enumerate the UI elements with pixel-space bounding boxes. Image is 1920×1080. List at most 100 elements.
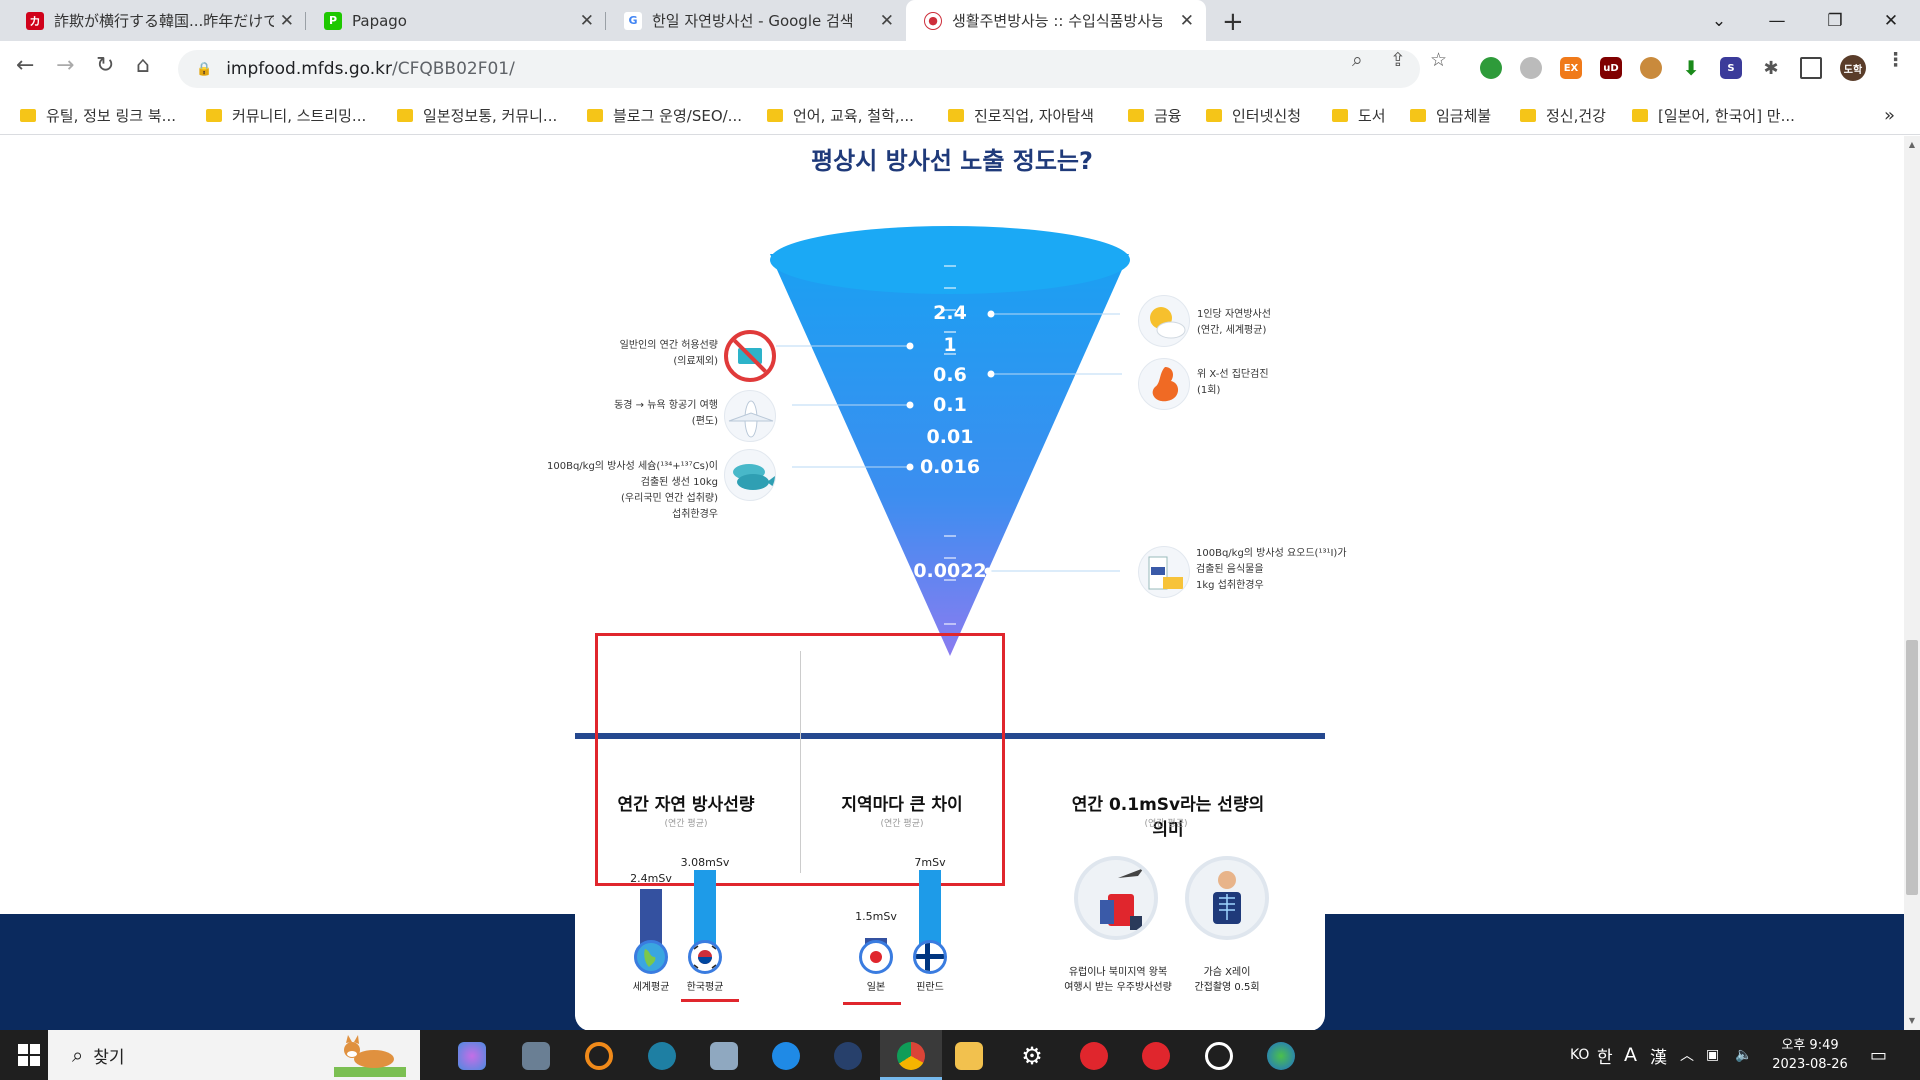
ime-hangul[interactable]: 한 — [1597, 1030, 1613, 1080]
folder-icon — [1410, 108, 1426, 122]
file-explorer-icon[interactable] — [955, 1042, 983, 1070]
funnel-value: 0.01 — [926, 426, 974, 448]
address-bar[interactable]: 🔒 impfood.mfds.go.kr/CFQBB02F01/ — [178, 50, 1420, 88]
bookmark-folder[interactable]: 정신,건강 — [1520, 97, 1606, 133]
bookmark-folder[interactable]: 인터넷신청 — [1206, 97, 1301, 133]
system-clock[interactable]: 오후 9:49 2023-08-26 — [1760, 1036, 1860, 1074]
bookmarks-overflow-icon[interactable]: » — [1884, 97, 1895, 133]
bookmark-folder[interactable]: 진로직업, 자아탐색 — [948, 97, 1094, 133]
side-panel-icon[interactable] — [1800, 57, 1822, 79]
tab-google-search[interactable]: G 한일 자연방사선 - Google 검색 ✕ — [606, 0, 906, 41]
close-window-button[interactable]: ✕ — [1862, 0, 1920, 41]
ublock-icon[interactable]: uD — [1600, 57, 1622, 79]
bookmark-folder[interactable]: 유틸, 정보 링크 북... — [20, 97, 176, 133]
bookmark-folder[interactable]: 일본정보통, 커뮤니... — [397, 97, 557, 133]
search-placeholder: 찾기 — [93, 1047, 125, 1068]
new-tab-button[interactable]: + — [1222, 7, 1244, 37]
bar-value-label: 2.4mSv — [630, 872, 672, 885]
bookmark-folder[interactable]: 블로그 운영/SEO/... — [587, 97, 742, 133]
minimize-button[interactable]: — — [1748, 0, 1806, 41]
label-iodine-food: 100Bq/kg의 방사성 요오드(¹³¹I)가 검출된 음식물을 1kg 섭취한경… — [1196, 548, 1347, 591]
page-scrollbar[interactable] — [1904, 136, 1920, 1030]
no-medical-icon — [724, 330, 776, 382]
ime-alpha[interactable]: A — [1624, 1030, 1637, 1080]
close-icon[interactable]: ✕ — [880, 11, 894, 31]
notification-icon[interactable]: ▭ — [1870, 1030, 1887, 1080]
globe-app-icon[interactable] — [648, 1042, 676, 1070]
scroll-down-arrow[interactable]: ▼ — [1904, 1016, 1920, 1025]
device-icon[interactable]: ▣ — [1706, 1030, 1719, 1080]
notes-app-icon[interactable] — [710, 1042, 738, 1070]
tab-papago[interactable]: P Papago ✕ — [306, 0, 606, 41]
snowflake-app-icon[interactable] — [1142, 1042, 1170, 1070]
highlight-underline — [843, 1002, 901, 1005]
ex-extension-icon[interactable]: EX — [1560, 57, 1582, 79]
profile-avatar[interactable]: 도학 — [1840, 55, 1866, 81]
vertical-divider — [800, 651, 801, 873]
bookmark-star-icon[interactable]: ☆ — [1430, 49, 1447, 71]
folder-icon — [1128, 108, 1144, 122]
bookmark-folder[interactable]: 커뮤니티, 스트리밍... — [206, 97, 366, 133]
bookmark-folder[interactable]: 언어, 교육, 철학,... — [767, 97, 914, 133]
close-icon[interactable]: ✕ — [580, 11, 594, 31]
cookie-icon[interactable] — [1640, 57, 1662, 79]
calculator-icon[interactable] — [522, 1042, 550, 1070]
taskbar-app-icon[interactable] — [458, 1042, 486, 1070]
chevron-down-icon[interactable]: ⌄ — [1690, 0, 1748, 41]
browser-app-icon[interactable] — [772, 1042, 800, 1070]
home-button[interactable]: ⌂ — [136, 53, 150, 78]
browser-toolbar: ← → ↻ ⌂ 🔒 impfood.mfds.go.kr/CFQBB02F01/… — [0, 41, 1920, 97]
label-public-limit: 일반인의 연간 허용선량 (의료제외) — [619, 340, 718, 367]
corgi-icon — [334, 1035, 406, 1077]
bookmarks-bar: 유틸, 정보 링크 북... 커뮤니티, 스트리밍... 일본정보통, 커뮤니.… — [0, 97, 1920, 135]
puzzle-icon[interactable]: ✱ — [1760, 57, 1782, 79]
edge-icon[interactable] — [834, 1042, 862, 1070]
section3-subtitle: (연간 평균) — [1144, 819, 1188, 829]
windows-taskbar: ⌕ 찾기 ⚙ KO 한 A 漢 ︿ ▣ 🔈 오후 9:49 2023-08-26 … — [0, 1030, 1920, 1080]
bookmark-folder[interactable]: [일본어, 한국어] 만... — [1632, 97, 1795, 133]
network-app-icon[interactable] — [1267, 1042, 1295, 1070]
bookmark-folder[interactable]: 금융 — [1128, 97, 1182, 133]
chevron-up-icon[interactable]: ︿ — [1680, 1030, 1694, 1080]
milk-cheese-icon — [1138, 546, 1190, 598]
forward-button[interactable]: → — [56, 53, 74, 78]
extension-icon[interactable] — [1520, 57, 1542, 79]
folder-icon — [1520, 108, 1536, 122]
bookmark-folder[interactable]: 도서 — [1332, 97, 1386, 133]
target-app-icon[interactable] — [1205, 1042, 1233, 1070]
bookmark-folder[interactable]: 임금체불 — [1410, 97, 1491, 133]
ime-ko[interactable]: KO — [1570, 1030, 1589, 1080]
download-arrow-icon[interactable]: ⬇ — [1680, 56, 1702, 80]
scroll-up-arrow[interactable]: ▲ — [1904, 140, 1920, 149]
section3-title: 연간 0.1mSv라는 선량의 의미 — [1071, 795, 1265, 840]
zoom-icon[interactable]: ⌕ — [1352, 49, 1363, 71]
korea-flag-icon — [688, 940, 722, 974]
bar-caption: 핀란드 — [916, 982, 944, 993]
close-icon[interactable]: ✕ — [1180, 11, 1194, 31]
ime-hanja[interactable]: 漢 — [1650, 1030, 1667, 1080]
chrome-icon[interactable] — [897, 1042, 925, 1070]
gear-icon[interactable]: ⚙ — [1018, 1042, 1046, 1070]
xray-caption: 가슴 X레이 간접촬영 0.5회 — [1194, 967, 1260, 993]
scrollbar-thumb[interactable] — [1906, 640, 1918, 895]
lock-icon[interactable]: 🔒 — [196, 62, 212, 77]
globe-extension-icon[interactable] — [1480, 57, 1502, 79]
search-app-icon[interactable] — [585, 1042, 613, 1070]
reload-button[interactable]: ↻ — [96, 53, 114, 78]
s-extension-icon[interactable]: S — [1720, 57, 1742, 79]
section2-subtitle: (연간 평균) — [880, 819, 924, 829]
taskbar-search[interactable]: ⌕ 찾기 — [48, 1030, 420, 1080]
section1-title: 연간 자연 방사선량 — [617, 795, 755, 815]
volume-icon[interactable]: 🔈 — [1735, 1030, 1752, 1080]
menu-icon[interactable]: ⋮ — [1886, 49, 1905, 71]
tab-active[interactable]: ● 생활주변방사능 :: 수입식품방사능 ✕ — [906, 0, 1206, 41]
share-icon[interactable]: ⇪ — [1390, 49, 1406, 71]
windows-start-icon[interactable] — [18, 1044, 40, 1066]
url-text: impfood.mfds.go.kr/CFQBB02F01/ — [226, 59, 515, 79]
tab-news[interactable]: カ 詐欺が横行する韓国...昨年だけで ✕ — [0, 0, 306, 41]
star-app-icon[interactable] — [1080, 1042, 1108, 1070]
maximize-button[interactable]: ❐ — [1806, 0, 1864, 41]
back-button[interactable]: ← — [16, 53, 34, 78]
close-icon[interactable]: ✕ — [280, 11, 294, 31]
tab-title: 한일 자연방사선 - Google 검색 — [652, 12, 854, 30]
